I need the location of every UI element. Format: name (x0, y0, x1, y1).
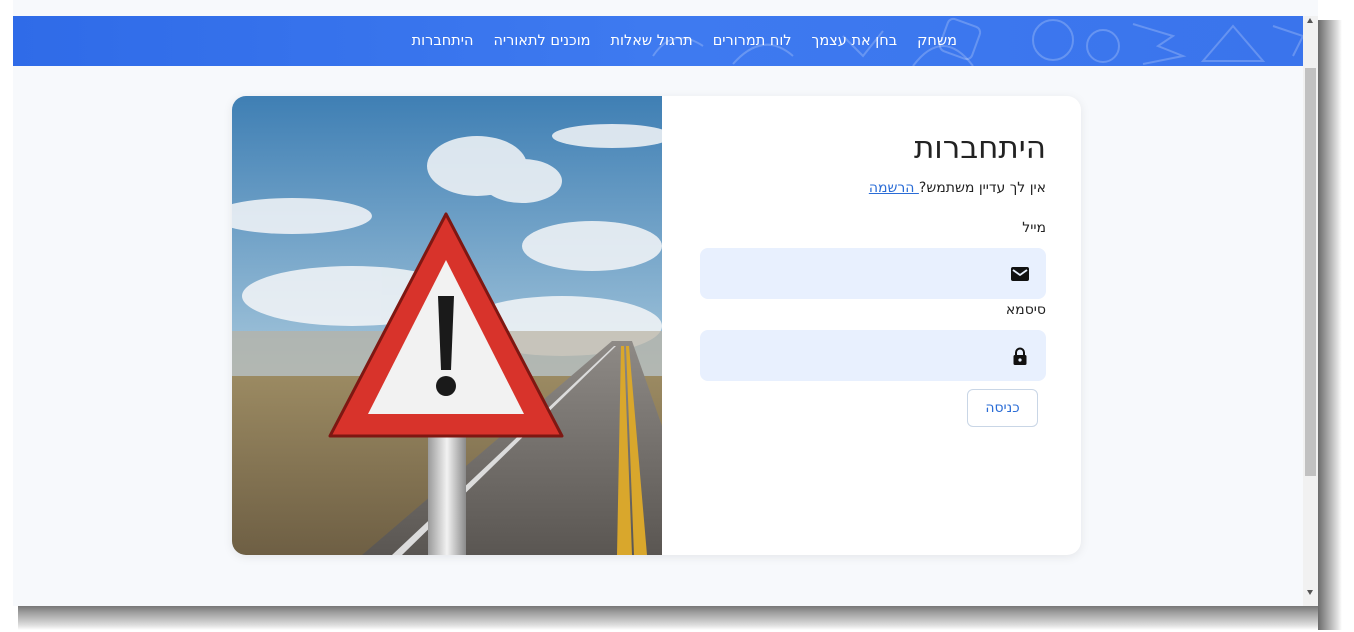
scroll-down-arrow-icon[interactable] (1307, 590, 1313, 595)
lock-icon (1013, 347, 1027, 365)
nav-links: משחק בחן את עצמך לוח תמרורים תרגול שאלות… (412, 16, 957, 66)
signup-link[interactable]: הרשמה (869, 180, 919, 196)
nav-item-signs-board[interactable]: לוח תמרורים (713, 33, 792, 49)
window-shadow-right (1318, 20, 1342, 630)
top-navbar: משחק בחן את עצמך לוח תמרורים תרגול שאלות… (13, 16, 1303, 66)
login-card: היתחברות אין לך עדיין משתמש? הרשמה מייל … (232, 96, 1081, 555)
email-field-container (700, 248, 1046, 299)
email-field[interactable] (700, 248, 1046, 299)
password-label: סיסמא (1005, 302, 1046, 318)
email-label: מייל (1022, 220, 1046, 236)
nav-item-game[interactable]: משחק (917, 33, 957, 49)
nav-item-login[interactable]: היתחברות (412, 33, 474, 49)
browser-window: משחק בחן את עצמך לוח תמרורים תרגול שאלות… (13, 0, 1318, 606)
login-form: היתחברות אין לך עדיין משתמש? הרשמה מייל … (700, 96, 1046, 555)
window-shadow-bottom (18, 604, 1318, 630)
nav-item-test-yourself[interactable]: בחן את עצמך (812, 33, 898, 49)
nav-item-practice-questions[interactable]: תרגול שאלות (611, 33, 693, 49)
signup-prompt: אין לך עדיין משתמש? הרשמה (869, 180, 1046, 196)
page-title: היתחברות (913, 130, 1046, 166)
envelope-icon (1011, 267, 1029, 281)
password-field-container (700, 330, 1046, 381)
scroll-thumb[interactable] (1305, 68, 1316, 476)
warning-sign-road-image (232, 96, 662, 555)
password-field[interactable] (700, 330, 1046, 381)
scroll-up-arrow-icon[interactable] (1307, 18, 1313, 23)
login-button[interactable]: כניסה (967, 389, 1038, 427)
vertical-scrollbar[interactable] (1303, 16, 1318, 606)
nav-item-ready-for-theory[interactable]: מוכנים לתאוריה (493, 33, 590, 49)
signup-prompt-text: אין לך עדיין משתמש? (918, 180, 1046, 196)
